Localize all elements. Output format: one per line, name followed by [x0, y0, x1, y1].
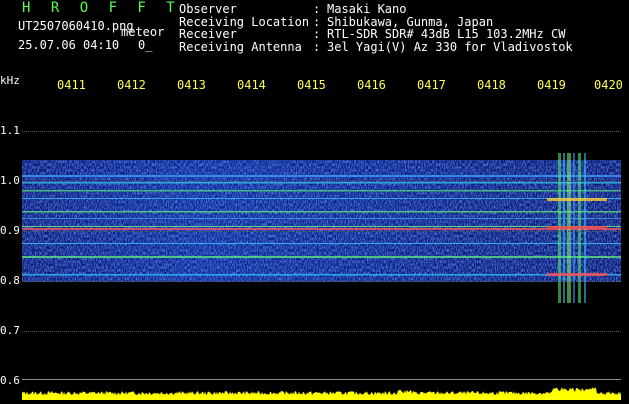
time-tick: 0420	[594, 78, 623, 92]
info-key: Receiving Antenna	[179, 39, 302, 54]
carrier-line	[22, 256, 621, 258]
info-separator: :	[313, 2, 321, 16]
info-key: Observer	[179, 2, 237, 16]
carrier-line	[22, 226, 621, 227]
time-tick: 0414	[237, 78, 266, 92]
info-value: Masaki Kano	[327, 2, 407, 16]
spectrogram-canvas	[22, 98, 621, 379]
amplitude-plot	[22, 387, 621, 400]
info-separator: :	[313, 39, 321, 54]
noise-texture	[22, 160, 621, 282]
time-tick: 0415	[297, 78, 326, 92]
burst-hotspot	[547, 226, 607, 229]
info-value: RTL-SDR SDR# 43dB L15 103.2MHz CW	[327, 27, 566, 41]
header-left: H R O F F T UT2507060410.png meteor 25.0…	[0, 0, 175, 60]
time-axis: 0411 0412 0413 0414 0415 0416 0417 0418 …	[0, 78, 629, 94]
info-separator: :	[313, 27, 321, 41]
carrier-line	[22, 228, 621, 230]
carrier-line	[22, 243, 621, 244]
freq-tick: 0.7	[0, 324, 20, 337]
info-key: Receiver	[179, 27, 237, 41]
freq-tick: 0.6	[0, 374, 20, 387]
meteor-label: meteor	[121, 25, 165, 39]
station-info: Observer : Masaki Kano Receiving Locatio…	[179, 3, 573, 53]
info-row-antenna: Receiving Antenna : 3el Yagi(V) Az 330 f…	[179, 39, 573, 54]
carrier-line	[22, 175, 621, 177]
time-tick: 0418	[477, 78, 506, 92]
freq-tick: 1.0	[0, 174, 20, 187]
info-row-observer: Observer : Masaki Kano	[179, 3, 573, 16]
carrier-line	[22, 190, 621, 192]
time-tick: 0411	[57, 78, 86, 92]
info-value: 3el Yagi(V) Az 330 for Vladivostok	[327, 39, 573, 54]
grid-line	[22, 131, 621, 132]
burst-hotspot	[547, 273, 607, 276]
freq-tick: 1.1	[0, 124, 20, 137]
carrier-line	[22, 274, 621, 276]
carrier-line	[22, 218, 621, 219]
time-tick: 0412	[117, 78, 146, 92]
spectrogram	[22, 98, 621, 379]
app-title: H R O F F T	[22, 0, 181, 16]
freq-tick: 0.8	[0, 274, 20, 287]
time-tick: 0413	[177, 78, 206, 92]
grid-line	[22, 181, 621, 182]
burst-hotspot	[547, 198, 607, 201]
grid-line	[22, 281, 621, 282]
time-tick: 0417	[417, 78, 446, 92]
amplitude-strip	[22, 380, 621, 400]
date-time: 25.07.06 04:10	[18, 38, 120, 52]
grid-line	[22, 331, 621, 332]
carrier-line	[22, 198, 621, 199]
grid-line	[22, 231, 621, 232]
time-tick: 0416	[357, 78, 386, 92]
amplitude-trace	[22, 387, 621, 400]
carrier-line	[22, 182, 621, 184]
info-row-receiver: Receiver : RTL-SDR SDR# 43dB L15 103.2MH…	[179, 28, 573, 41]
time-tick: 0419	[537, 78, 566, 92]
count-indicator: 0_	[138, 38, 153, 52]
carrier-line	[22, 211, 621, 213]
freq-tick: 0.9	[0, 224, 20, 237]
file-name: UT2507060410.png	[18, 19, 134, 33]
frequency-axis: 1.1 1.0 0.9 0.8 0.7 0.6	[0, 0, 22, 400]
